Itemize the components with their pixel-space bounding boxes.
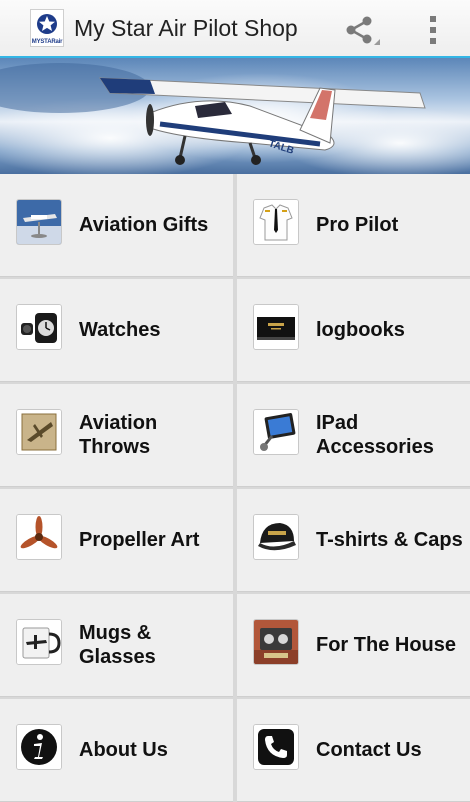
tile-label: logbooks [316,319,405,341]
cap-icon [253,514,299,560]
tile-contact-us[interactable]: Contact Us [237,699,470,802]
pilot-shirt-icon [253,199,299,245]
tile-label: For The House [316,634,457,656]
tile-label: Pro Pilot [316,214,399,236]
tile-label: Mugs & Glasses [79,622,156,668]
tablet-mount-icon [253,409,299,455]
tile-label: Propeller Art [79,529,200,551]
hero-banner: TALB [0,58,470,174]
propeller-icon [16,514,62,560]
logo-text: MYSTARair [31,39,63,45]
tile-watches[interactable]: Watches [0,279,233,382]
share-button[interactable] [340,10,380,50]
app-title: My Star Air Pilot Shop [74,15,298,41]
tile-label: T-shirts & Caps [316,529,463,551]
tile-logbooks[interactable]: logbooks [237,279,470,382]
mug-icon [16,619,62,665]
tile-propeller-art[interactable]: Propeller Art [0,489,233,592]
category-grid: Aviation Gifts Pro Pilot Watches logbook… [0,174,470,802]
tile-mugs-glasses[interactable]: Mugs & Glasses [0,594,233,697]
logbook-icon [253,304,299,350]
star-logo-icon [37,14,57,34]
tile-tshirts-caps[interactable]: T-shirts & Caps [237,489,470,592]
tile-label: IPad Accessories [316,412,434,458]
action-bar: MYSTARair My Star Air Pilot Shop [0,0,470,58]
airplane-gift-icon [16,199,62,245]
phone-icon [253,724,299,770]
tile-label: Contact Us [316,739,422,761]
tile-label: Watches [79,319,161,341]
blanket-icon [16,409,62,455]
tile-aviation-gifts[interactable]: Aviation Gifts [0,174,233,277]
house-decor-icon [253,619,299,665]
app-logo[interactable]: MYSTARair [30,9,64,47]
info-icon [16,724,62,770]
tile-ipad-accessories[interactable]: IPad Accessories [237,384,470,487]
tile-label: Aviation Gifts [79,214,209,236]
tile-pro-pilot[interactable]: Pro Pilot [237,174,470,277]
share-icon [346,16,380,45]
tile-label: About Us [79,739,168,761]
airplane-banner-image: TALB [0,63,470,174]
tile-for-the-house[interactable]: For The House [237,594,470,697]
watch-icon [16,304,62,350]
overflow-menu-icon [430,16,436,44]
tile-label: Aviation Throws [79,412,158,458]
tile-about-us[interactable]: About Us [0,699,233,802]
overflow-menu-button[interactable] [418,10,448,50]
tile-aviation-throws[interactable]: Aviation Throws [0,384,233,487]
